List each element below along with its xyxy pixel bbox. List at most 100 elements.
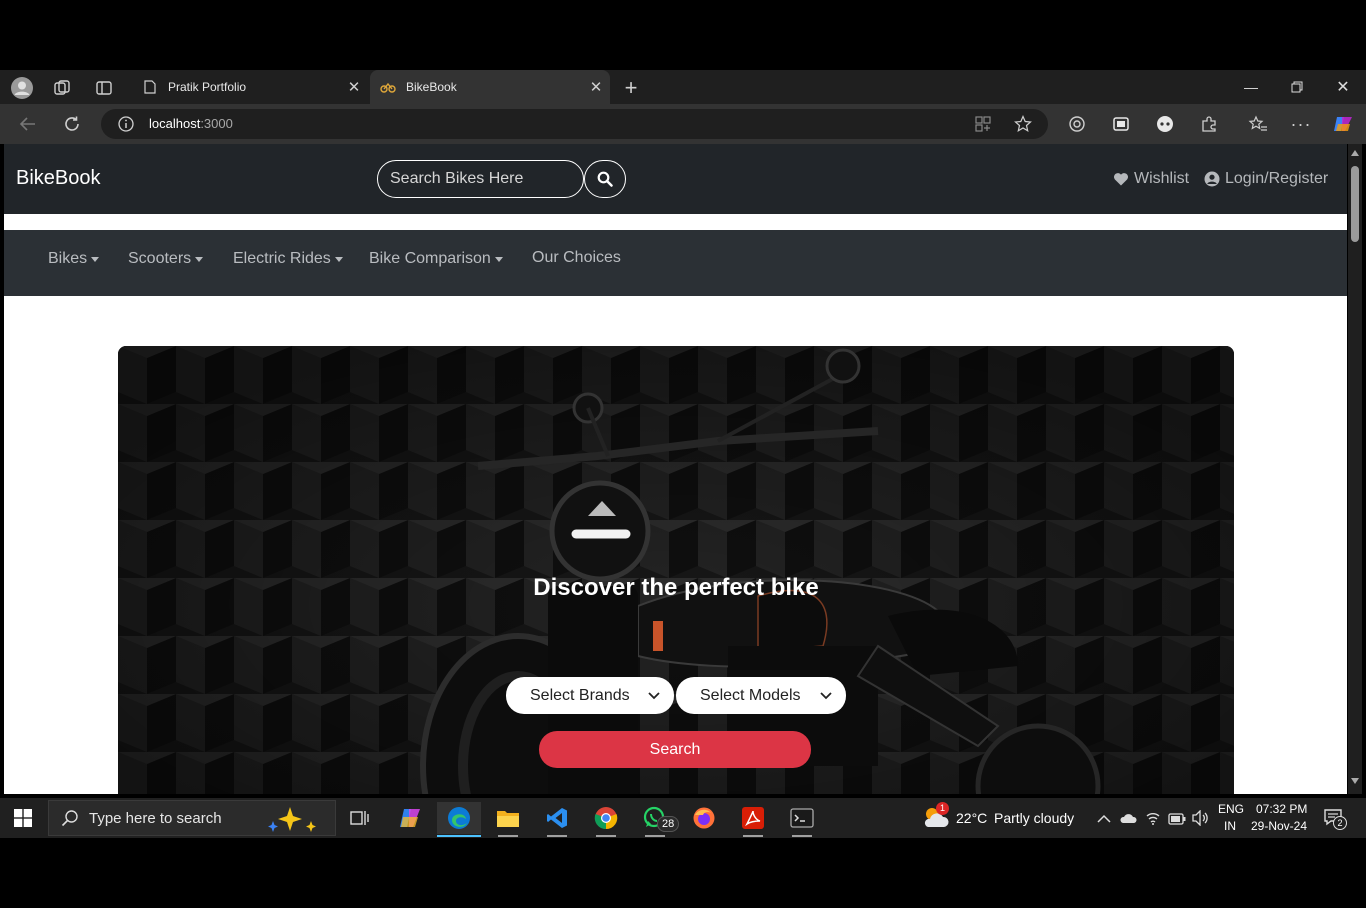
chevron-down-icon [648,691,660,699]
nav-divider [4,214,1347,230]
hero-title: Discover the perfect bike [533,574,819,601]
caret-down-icon [494,256,503,262]
wifi-icon[interactable] [1145,810,1161,831]
document-icon [142,79,158,95]
menu-electric-rides[interactable]: Electric Rides [233,250,343,268]
show-hidden-icons-chevron-icon[interactable] [1097,811,1111,829]
weather-alert-badge: 1 [936,802,949,815]
menu-label: Our Choices [532,249,621,266]
language-bottom[interactable]: IN [1224,819,1236,833]
firefox-icon[interactable] [682,802,726,834]
model-select[interactable]: Select Models [676,677,846,714]
tab-pratik-portfolio[interactable]: Pratik Portfolio ✕ [132,70,368,104]
vscode-icon[interactable] [535,802,579,837]
profile-avatar-icon[interactable] [11,77,33,99]
app-available-icon[interactable] [974,115,992,138]
copilot-icon[interactable] [1332,113,1354,135]
battery-icon[interactable] [1168,812,1186,830]
onedrive-cloud-icon[interactable] [1119,811,1137,829]
tracking-icon[interactable] [1066,113,1088,135]
file-explorer-icon[interactable] [486,802,530,837]
menu-our-choices[interactable]: Our Choices [532,249,621,267]
clock-time[interactable]: 07:32 PM [1256,802,1307,816]
close-window-icon[interactable]: ✕ [1320,70,1366,104]
chrome-icon[interactable] [584,802,628,837]
notification-center-icon[interactable]: 2 [1323,808,1347,831]
extension-mask-icon[interactable] [1154,113,1176,135]
screen: Pratik Portfolio ✕ BikeBook ✕ + — ✕ loca… [0,0,1366,908]
scroll-down-icon[interactable] [1351,778,1359,784]
login-register-link[interactable]: Login/Register [1204,170,1328,188]
workspaces-icon[interactable] [51,77,73,99]
windows-taskbar: Type here to search 28 1 22°C Partly clo… [0,798,1366,838]
taskbar-search-box[interactable]: Type here to search [48,800,336,836]
back-icon[interactable] [17,113,39,135]
motorcycle-hero-image [118,346,1234,794]
weather-icon[interactable]: 1 [922,802,950,836]
tab-close-icon[interactable]: ✕ [582,78,610,96]
tab-close-icon[interactable]: ✕ [340,78,368,96]
browser-tab-strip: Pratik Portfolio ✕ BikeBook ✕ + — ✕ [0,70,1366,104]
menu-label: Scooters [128,250,192,267]
caret-down-icon [334,256,343,262]
page-viewport: BikeBook Wishlist Login/Register Bikes S… [4,144,1347,794]
menu-scooters[interactable]: Scooters [128,250,204,268]
model-select-value: Select Models [700,686,801,704]
new-tab-icon[interactable]: + [620,75,642,100]
menu-bike-comparison[interactable]: Bike Comparison [369,250,503,268]
login-label: Login/Register [1225,170,1329,187]
wishlist-label: Wishlist [1134,170,1190,187]
minimize-icon[interactable]: — [1228,70,1274,104]
weather-temp[interactable]: 22°C [956,810,987,826]
sparkle-icon [268,807,316,832]
clock-date[interactable]: 29-Nov-24 [1251,819,1307,833]
menu-bikes[interactable]: Bikes [48,250,100,268]
page-scrollbar[interactable] [1348,144,1362,794]
browser-toolbar: localhost:3000 ··· [0,104,1366,144]
scroll-thumb[interactable] [1351,166,1359,242]
heart-icon [1113,173,1129,186]
taskbar-search-placeholder: Type here to search [89,809,222,827]
favorites-icon[interactable] [1247,113,1269,135]
wishlist-link[interactable]: Wishlist [1113,170,1189,188]
task-view-icon[interactable] [338,802,382,834]
tab-title: BikeBook [406,80,457,94]
edge-browser-icon[interactable] [437,802,481,837]
notification-count-badge: 2 [1333,816,1347,830]
terminal-icon[interactable] [780,802,824,837]
tab-title: Pratik Portfolio [168,80,247,94]
volume-icon[interactable] [1191,809,1209,831]
restore-icon[interactable] [1274,70,1320,104]
scroll-up-icon[interactable] [1351,150,1359,156]
menu-label: Electric Rides [233,250,331,267]
site-brand[interactable]: BikeBook [16,167,101,190]
address-bar[interactable]: localhost:3000 [101,109,1048,139]
search-icon [597,171,613,187]
refresh-icon[interactable] [61,113,83,135]
brand-select[interactable]: Select Brands [506,677,674,714]
brand-select-value: Select Brands [530,686,630,704]
favorite-star-icon[interactable] [1014,115,1032,138]
site-info-icon[interactable] [117,115,135,138]
caret-down-icon [91,256,100,262]
whatsapp-icon[interactable]: 28 [633,802,680,837]
menu-label: Bikes [48,250,88,267]
extensions-puzzle-icon[interactable] [1198,113,1220,135]
weather-desc[interactable]: Partly cloudy [994,810,1074,826]
site-navbar: BikeBook Wishlist Login/Register [4,144,1347,214]
hero-search-button[interactable]: Search [539,731,811,768]
windows-start-icon[interactable] [1,802,45,834]
copilot-taskbar-icon[interactable] [388,802,432,834]
bike-search-input[interactable] [377,160,584,198]
language-top[interactable]: ENG [1218,802,1244,816]
url-text: localhost:3000 [149,116,233,131]
search-icon [61,810,78,827]
url-host: localhost [149,116,201,131]
tab-bikebook[interactable]: BikeBook ✕ [370,70,610,104]
user-circle-icon [1204,171,1220,187]
search-button[interactable] [584,160,626,198]
split-screen-icon[interactable] [1110,113,1132,135]
more-options-icon[interactable]: ··· [1290,113,1312,135]
vertical-tabs-icon[interactable] [93,77,115,99]
acrobat-icon[interactable] [731,802,775,837]
